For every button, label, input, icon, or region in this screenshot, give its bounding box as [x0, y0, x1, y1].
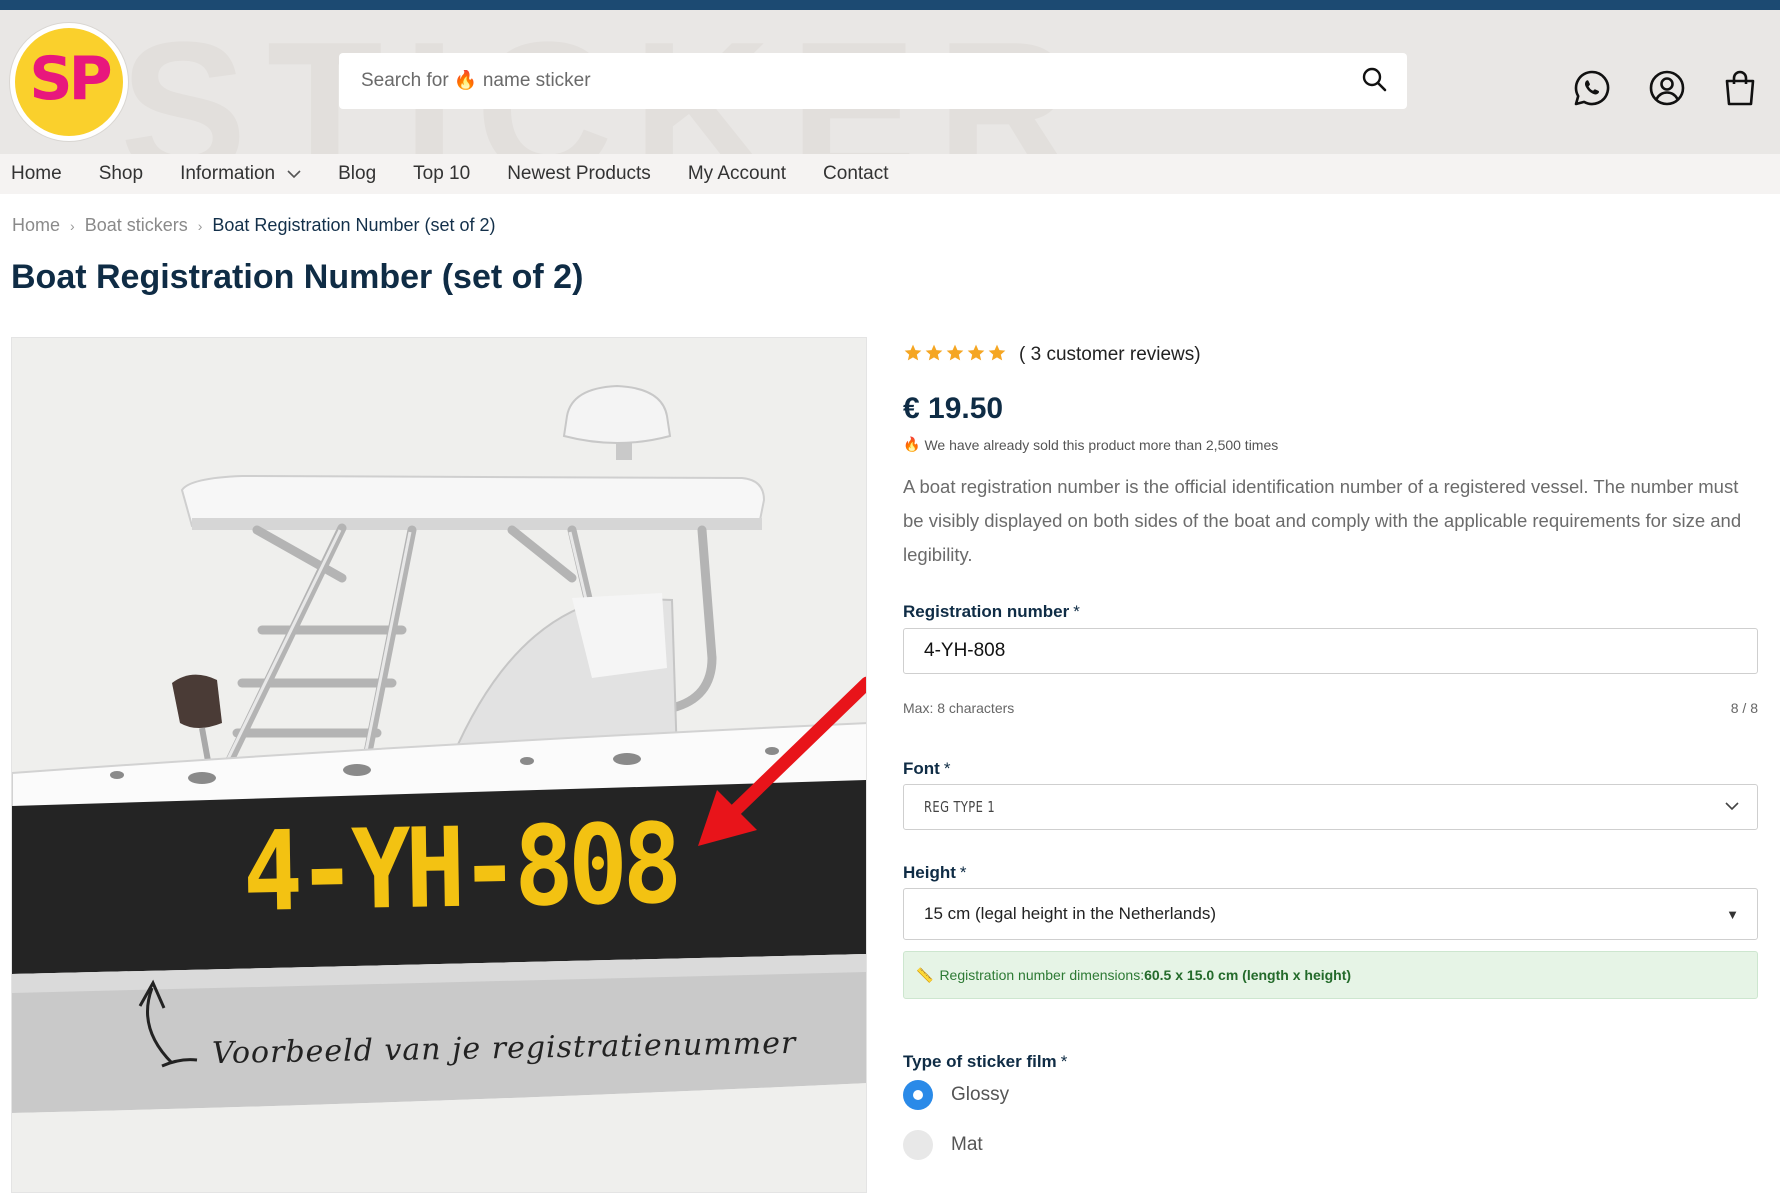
logo-text: SP: [29, 44, 112, 114]
chevron-down-icon: [287, 163, 301, 185]
sold-note-text: We have already sold this product more t…: [924, 436, 1279, 453]
star-rating: [903, 343, 1007, 368]
breadcrumb-current: Boat Registration Number (set of 2): [212, 215, 496, 235]
search-input[interactable]: [361, 70, 1361, 92]
breadcrumb-home[interactable]: Home: [12, 215, 60, 236]
height-field: Height * 15 cm (legal height in the Nethe…: [903, 863, 1758, 999]
film-field: Type of sticker film * Glossy Mat: [903, 1052, 1758, 1165]
font-field: Font * REG TYPE 1: [903, 759, 1758, 830]
radio-unselected[interactable]: [903, 1130, 933, 1160]
nav-item-information[interactable]: Information: [180, 163, 301, 185]
nav-item-top10[interactable]: Top 10: [413, 163, 470, 185]
rating-row: ( 3 customer reviews): [903, 340, 1758, 370]
star-icon: [903, 343, 923, 368]
character-counter: 8 / 8: [1730, 700, 1758, 716]
star-icon: [987, 343, 1007, 368]
whatsapp-icon[interactable]: [1572, 68, 1612, 108]
star-icon: [966, 343, 986, 368]
registration-label: Registration number *: [903, 602, 1758, 622]
registration-input-value: 4-YH-808: [924, 640, 1006, 661]
account-icon[interactable]: [1647, 68, 1687, 108]
dimensions-prefix: Registration number dimensions:: [939, 967, 1145, 983]
search-icon[interactable]: [1361, 66, 1387, 97]
nav-item-home[interactable]: Home: [11, 163, 62, 185]
reviews-link[interactable]: ( 3 customer reviews): [1019, 344, 1201, 366]
star-icon: [945, 343, 965, 368]
search-bar[interactable]: [339, 53, 1407, 109]
page-title: Boat Registration Number (set of 2): [11, 258, 584, 296]
height-label-text: Height: [903, 863, 956, 882]
site-logo[interactable]: SP: [10, 23, 128, 141]
required-marker: *: [1060, 1052, 1068, 1071]
breadcrumb-category[interactable]: Boat stickers: [85, 215, 188, 236]
nav-item-shop[interactable]: Shop: [99, 163, 143, 185]
registration-preview-text: 4-YH-808: [242, 799, 678, 936]
required-marker: *: [1073, 602, 1080, 621]
nav-item-my-account[interactable]: My Account: [688, 163, 786, 185]
product-info: ( 3 customer reviews) € 19.50 🔥 We have …: [903, 340, 1758, 1165]
film-option-label: Mat: [951, 1134, 983, 1155]
film-option-mat[interactable]: Mat: [903, 1125, 1758, 1165]
nav-item-blog[interactable]: Blog: [338, 163, 376, 185]
breadcrumb: Home › Boat stickers › Boat Registration…: [12, 215, 496, 236]
main-navigation: Home Shop Information Blog Top 10 Newest…: [0, 154, 1780, 194]
top-accent-bar: [0, 0, 1780, 10]
chevron-right-icon: ›: [70, 217, 75, 234]
dimensions-value: 60.5 x 15.0 cm (length x height): [1144, 967, 1352, 983]
font-label-text: Font: [903, 759, 940, 778]
nav-item-contact[interactable]: Contact: [823, 163, 888, 185]
film-label-text: Type of sticker film: [903, 1052, 1057, 1071]
registration-label-text: Registration number: [903, 602, 1070, 621]
film-option-label: Glossy: [951, 1084, 1010, 1105]
font-select[interactable]: REG TYPE 1: [903, 784, 1758, 830]
film-label: Type of sticker film *: [903, 1052, 1758, 1072]
required-marker: *: [943, 759, 951, 778]
flame-icon: 🔥: [903, 436, 921, 452]
font-label: Font *: [903, 759, 1758, 779]
registration-input[interactable]: 4-YH-808: [903, 628, 1758, 674]
site-header: STICKER SP: [0, 10, 1780, 154]
film-option-glossy[interactable]: Glossy: [903, 1075, 1758, 1115]
nav-item-information-label: Information: [180, 163, 276, 184]
nav-item-newest-products[interactable]: Newest Products: [507, 163, 651, 185]
caret-down-icon: ▼: [1726, 906, 1739, 922]
height-select-value: 15 cm (legal height in the Netherlands): [924, 904, 1216, 923]
registration-field: Registration number * 4-YH-808 Max: 8 cha…: [903, 602, 1758, 716]
chevron-right-icon: ›: [197, 217, 203, 234]
dimensions-notice: 📏 Registration number dimensions: 60.5 x…: [903, 951, 1758, 999]
product-description: A boat registration number is the offici…: [903, 476, 1742, 565]
font-select-value: REG TYPE 1: [924, 798, 996, 816]
cart-icon[interactable]: [1720, 68, 1760, 108]
height-select[interactable]: 15 cm (legal height in the Netherlands) …: [903, 888, 1758, 940]
max-characters-hint: Max: 8 characters: [903, 700, 1015, 716]
star-icon: [924, 343, 944, 368]
chevron-down-icon: [1725, 798, 1739, 816]
required-marker: *: [959, 863, 967, 882]
radio-selected[interactable]: [903, 1080, 933, 1110]
height-label: Height *: [903, 863, 1758, 883]
sold-note: 🔥 We have already sold this product more…: [903, 436, 1758, 453]
product-image[interactable]: 4-YH-808 Voorbeeld van je registratienum…: [11, 337, 867, 1193]
registration-hint-row: Max: 8 characters 8 / 8: [903, 700, 1758, 716]
ruler-icon: 📏: [916, 966, 934, 983]
price: € 19.50: [903, 392, 1004, 425]
